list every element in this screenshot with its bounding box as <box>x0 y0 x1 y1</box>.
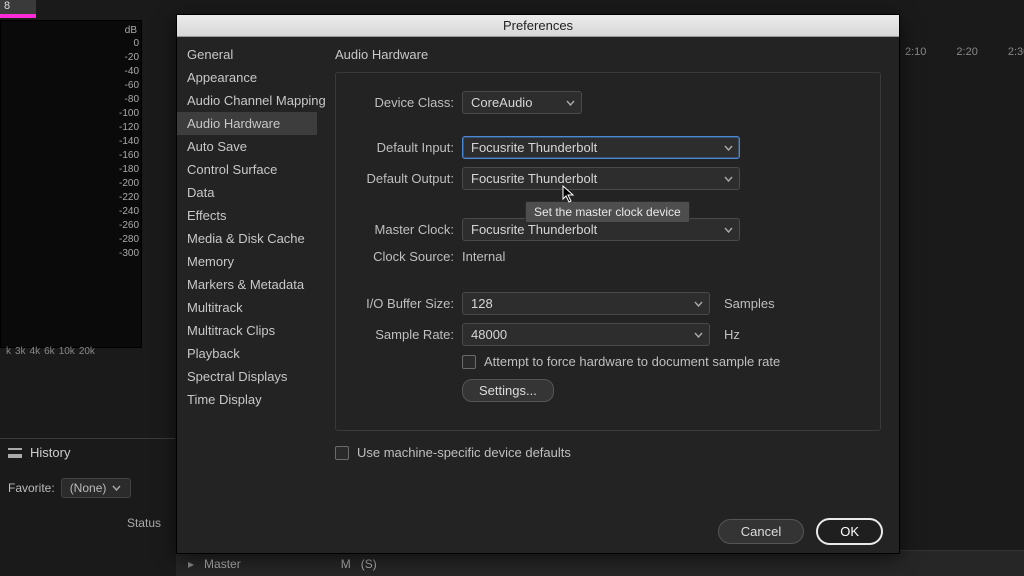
chevron-down-icon <box>724 227 733 233</box>
meter-tick: -160 <box>119 151 139 165</box>
clock-source-label: Clock Source: <box>352 249 454 264</box>
sidebar-item[interactable]: Control Surface <box>177 158 317 181</box>
panel-menu-icon[interactable] <box>8 448 22 458</box>
chevron-down-icon <box>694 332 703 338</box>
chevron-down-icon <box>112 485 121 491</box>
sidebar-item[interactable]: Memory <box>177 250 317 273</box>
status-label: Status <box>8 516 167 530</box>
meter-tick: -200 <box>119 179 139 193</box>
io-buffer-label: I/O Buffer Size: <box>352 296 454 311</box>
freq-tick: 10k <box>59 346 75 357</box>
history-title: History <box>30 445 70 460</box>
workspace-tab[interactable]: 8 <box>0 0 36 14</box>
meter-tick: -40 <box>119 67 139 81</box>
meter-tick: -20 <box>119 53 139 67</box>
sidebar-item[interactable]: Media & Disk Cache <box>177 227 317 250</box>
meter-tick: 0 <box>119 39 139 53</box>
solo-indicator[interactable]: (S) <box>361 557 377 571</box>
chevron-down-icon <box>566 100 575 106</box>
expand-arrow-icon[interactable]: ▸ <box>188 557 194 571</box>
preferences-content: Audio Hardware Device Class: CoreAudio D… <box>317 37 899 509</box>
track-name: Master <box>204 557 241 571</box>
default-input-select[interactable]: Focusrite Thunderbolt <box>462 136 740 159</box>
meter-unit: dB <box>125 25 137 36</box>
ruler-tick: 2:10 <box>905 46 926 66</box>
sidebar-item[interactable]: Multitrack <box>177 296 317 319</box>
cursor-icon <box>562 185 576 203</box>
meter-tick: -100 <box>119 109 139 123</box>
meter-tick: -140 <box>119 137 139 151</box>
freq-tick: k <box>6 346 11 357</box>
mute-indicator[interactable]: M <box>341 557 351 571</box>
force-sr-checkbox[interactable] <box>462 355 476 369</box>
sidebar-item[interactable]: Multitrack Clips <box>177 319 317 342</box>
preferences-sidebar: GeneralAppearanceAudio Channel MappingAu… <box>177 37 317 509</box>
hardware-settings-button[interactable]: Settings... <box>462 379 554 402</box>
dialog-title: Preferences <box>177 15 899 37</box>
meter-tick: -60 <box>119 81 139 95</box>
sample-rate-select[interactable]: 48000 <box>462 323 710 346</box>
sample-rate-label: Sample Rate: <box>352 327 454 342</box>
device-class-label: Device Class: <box>352 95 454 110</box>
sidebar-item[interactable]: Spectral Displays <box>177 365 317 388</box>
freq-tick: 3k <box>15 346 26 357</box>
ruler-tick: 2:30 <box>1008 46 1024 66</box>
clock-source-value: Internal <box>462 249 505 264</box>
sample-rate-suffix: Hz <box>724 327 740 342</box>
timeline-ruler: 2:10 2:20 2:30 <box>905 46 1024 66</box>
frequency-axis: k 3k 4k6k 10k 20k <box>0 346 142 357</box>
freq-tick: 20k <box>79 346 95 357</box>
favorite-label: Favorite: <box>8 481 55 495</box>
meter-tick: -300 <box>119 249 139 263</box>
history-panel: History Favorite: (None) Status <box>0 438 175 536</box>
favorite-select[interactable]: (None) <box>61 478 131 498</box>
io-buffer-suffix: Samples <box>724 296 775 311</box>
chevron-down-icon <box>724 176 733 182</box>
meter-tick: -260 <box>119 221 139 235</box>
default-input-label: Default Input: <box>352 140 454 155</box>
meter-tick: -180 <box>119 165 139 179</box>
tab-underline <box>0 14 36 18</box>
level-meter: dB 0-20-40-60-80-100-120-140-160-180-200… <box>0 20 142 348</box>
force-sr-label: Attempt to force hardware to document sa… <box>484 354 780 369</box>
freq-tick: 6k <box>44 346 55 357</box>
device-class-select[interactable]: CoreAudio <box>462 91 582 114</box>
sidebar-item[interactable]: Markers & Metadata <box>177 273 317 296</box>
sidebar-item[interactable]: Auto Save <box>177 135 317 158</box>
meter-tick: -280 <box>119 235 139 249</box>
io-buffer-select[interactable]: 128 <box>462 292 710 315</box>
chevron-down-icon <box>724 145 733 151</box>
chevron-down-icon <box>694 301 703 307</box>
section-title: Audio Hardware <box>335 47 881 62</box>
dialog-footer: Cancel OK <box>177 509 899 553</box>
default-output-label: Default Output: <box>352 171 454 186</box>
master-clock-label: Master Clock: <box>352 222 454 237</box>
machine-defaults-checkbox[interactable] <box>335 446 349 460</box>
preferences-dialog: Preferences GeneralAppearanceAudio Chann… <box>176 14 900 554</box>
sidebar-item[interactable]: Data <box>177 181 317 204</box>
sidebar-item[interactable]: Effects <box>177 204 317 227</box>
freq-tick: 4k <box>30 346 41 357</box>
ok-button[interactable]: OK <box>816 518 883 545</box>
meter-tick: -120 <box>119 123 139 137</box>
default-output-select[interactable]: Focusrite Thunderbolt <box>462 167 740 190</box>
sidebar-item[interactable]: Time Display <box>177 388 317 411</box>
ruler-tick: 2:20 <box>956 46 977 66</box>
cancel-button[interactable]: Cancel <box>718 519 804 544</box>
sidebar-item[interactable]: Playback <box>177 342 317 365</box>
machine-defaults-label: Use machine-specific device defaults <box>357 445 571 460</box>
audio-hardware-section: Device Class: CoreAudio Default Input: F… <box>335 72 881 431</box>
meter-tick: -80 <box>119 95 139 109</box>
sidebar-item[interactable]: Appearance <box>177 66 317 89</box>
sidebar-item[interactable]: Audio Channel Mapping <box>177 89 317 112</box>
sidebar-item[interactable]: General <box>177 43 317 66</box>
sidebar-item[interactable]: Audio Hardware <box>177 112 317 135</box>
master-clock-tooltip: Set the master clock device <box>525 201 690 223</box>
meter-tick: -240 <box>119 207 139 221</box>
meter-tick: -220 <box>119 193 139 207</box>
